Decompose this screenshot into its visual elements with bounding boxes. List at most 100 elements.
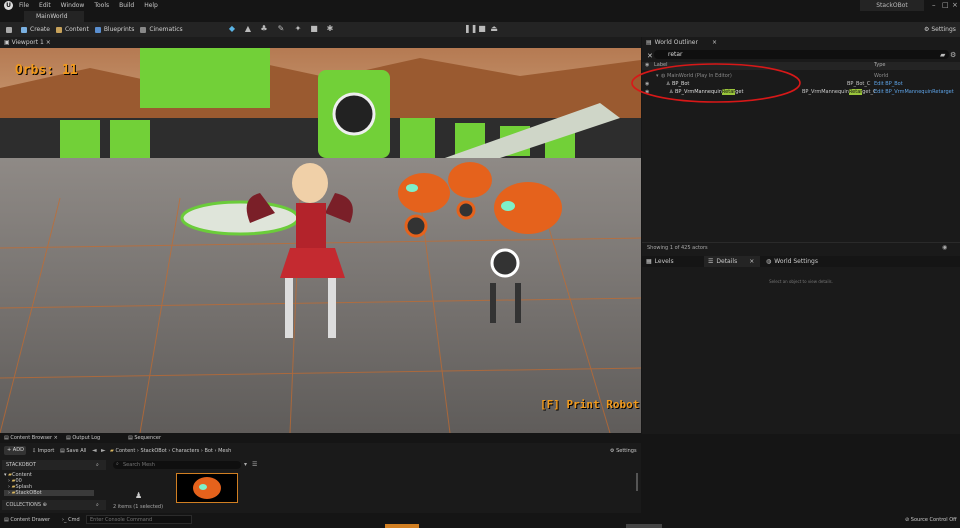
content-button[interactable]: Content <box>55 26 89 33</box>
eject-icon[interactable]: ⏏ <box>490 25 498 33</box>
viewport-header: ▣ Viewport 1 × <box>0 37 641 48</box>
breadcrumb-characters[interactable]: Characters <box>172 448 199 454</box>
maximize-icon[interactable]: □ <box>942 1 949 9</box>
tab-world-outliner[interactable]: ▤ World Outliner × <box>646 37 717 48</box>
save-icon[interactable] <box>6 26 15 33</box>
skeleton-asset-icon[interactable]: ♟ <box>135 491 142 500</box>
sort-icon[interactable]: ☰ <box>252 461 257 468</box>
menu-edit[interactable]: Edit <box>39 2 51 9</box>
content-label: Content <box>64 26 89 33</box>
status-bar: ▤ Content Drawer ›_ Cmd ⊘ Source Control… <box>0 513 960 528</box>
source-control-icon: ⊘ <box>905 517 910 523</box>
breadcrumb-content[interactable]: Content <box>115 448 135 454</box>
unreal-logo-icon[interactable]: U <box>4 1 13 10</box>
minimize-icon[interactable]: – <box>932 1 936 9</box>
menu-tools[interactable]: Tools <box>94 2 109 9</box>
breadcrumb: ▰ Content › StackOBot › Characters › Bot… <box>110 448 232 454</box>
search-icon[interactable]: ⌕ <box>96 460 99 470</box>
select-mode-icon[interactable]: ◆ <box>228 25 236 33</box>
output-log-tab-label: Output Log <box>72 435 101 441</box>
tab-content-browser[interactable]: ▤ Content Browser × <box>4 435 58 441</box>
fracture-icon[interactable]: ✦ <box>294 25 302 33</box>
outliner-search-input[interactable] <box>668 50 938 59</box>
col-type[interactable]: Type <box>874 62 885 68</box>
clear-search-icon[interactable]: ✕ <box>647 52 653 60</box>
close-window-icon[interactable]: × <box>952 1 958 9</box>
pause-icon[interactable]: ❚❚ <box>464 25 477 33</box>
breadcrumb-mesh[interactable]: Mesh <box>218 448 231 454</box>
viewport-tab[interactable]: ▣ Viewport 1 × <box>4 39 51 46</box>
foliage-icon[interactable]: ♣ <box>260 25 268 33</box>
tab-sequencer[interactable]: ▤ Sequencer <box>128 435 161 441</box>
add-button[interactable]: + ADD <box>4 446 26 455</box>
scrollbar[interactable] <box>636 473 638 491</box>
tree-item-stackobot[interactable]: › ▰StackOBot <box>4 490 94 496</box>
menu-bar: U File Edit Window Tools Build Help Stac… <box>0 0 960 11</box>
add-folder-icon[interactable]: ▰ <box>940 51 945 59</box>
turbine <box>332 92 376 136</box>
row-type: World <box>874 73 889 79</box>
animation-icon[interactable]: ✱ <box>326 25 334 33</box>
source-control-status[interactable]: ⊘ Source Control Off <box>905 517 957 523</box>
details-tab-label: Details <box>716 258 738 265</box>
tab-details[interactable]: ☰ Details × <box>704 256 760 267</box>
forward-icon[interactable]: ► <box>101 447 106 454</box>
edit-bp-bot-link[interactable]: Edit BP_Bot <box>874 81 903 87</box>
create-button[interactable]: Create <box>21 26 50 33</box>
save-all-label: Save All <box>66 448 87 454</box>
menu-window[interactable]: Window <box>61 2 85 9</box>
row-class: BP_Bot_C <box>847 81 871 87</box>
cmd-dropdown[interactable]: ›_ Cmd <box>62 517 80 523</box>
view-options-icon[interactable]: ◉ <box>942 244 947 251</box>
back-icon[interactable]: ◄ <box>92 447 97 454</box>
brush-icon[interactable]: ■ <box>310 25 318 33</box>
mesh-paint-icon[interactable]: ✎ <box>277 25 285 33</box>
print-robot-prompt: [F] Print Robot <box>540 398 640 411</box>
menu-build[interactable]: Build <box>119 2 134 9</box>
landscape-icon[interactable]: ▲ <box>244 25 252 33</box>
content-settings-label: Settings <box>616 448 637 454</box>
asset-search-input[interactable] <box>123 461 233 469</box>
menu-help[interactable]: Help <box>144 2 158 9</box>
sources-header[interactable]: STACKOBOT ⌕ <box>2 460 106 470</box>
menu-file[interactable]: File <box>19 2 29 9</box>
breadcrumb-stackobot[interactable]: StackOBot <box>141 448 167 454</box>
content-browser-panel: ▤ Content Browser × ▤ Output Log ▤ Seque… <box>0 433 641 513</box>
outliner-search-bar[interactable] <box>654 50 949 59</box>
import-button[interactable]: ⇩ Import <box>32 448 54 454</box>
source-control-label: Source Control Off <box>910 517 957 523</box>
search-icon[interactable]: ⌕ <box>96 500 99 510</box>
tab-levels[interactable]: ▦ Levels <box>646 256 674 267</box>
close-icon[interactable]: × <box>46 39 51 46</box>
tab-output-log[interactable]: ▤ Output Log <box>66 435 100 441</box>
import-label: Import <box>37 448 55 454</box>
tab-world-settings[interactable]: ◍ World Settings <box>766 256 818 267</box>
asset-search-bar[interactable]: ⌕ <box>113 461 241 469</box>
close-icon[interactable]: × <box>749 258 754 265</box>
cinematics-button[interactable]: Cinematics <box>140 26 183 33</box>
breadcrumb-bot[interactable]: Bot <box>204 448 212 454</box>
bottom-tab-row: ▤ Content Browser × ▤ Output Log ▤ Seque… <box>0 433 641 443</box>
asset-thumbnail-selected[interactable] <box>176 473 238 503</box>
content-settings-button[interactable]: ⚙ Settings <box>610 448 637 454</box>
outliner-icon: ▤ <box>646 39 652 46</box>
tab-mainworld[interactable]: MainWorld <box>24 11 84 22</box>
orbs-counter: Orbs: 11 <box>15 63 78 78</box>
save-all-button[interactable]: ▤ Save All <box>60 448 86 454</box>
blueprints-button[interactable]: Blueprints <box>94 26 134 33</box>
edit-vrm-retarget-link[interactable]: Edit BP_VrmMannequinRetarget <box>874 89 954 95</box>
viewport[interactable]: Orbs: 11 [F] Print Robot <box>0 48 641 433</box>
details-icon: ☰ <box>708 258 714 265</box>
content-icon <box>55 26 62 33</box>
stop-icon[interactable]: ■ <box>478 25 486 33</box>
console-input[interactable] <box>86 515 192 524</box>
filter-icon[interactable]: ▾ <box>244 461 247 468</box>
collections-header[interactable]: COLLECTIONS ⊕ ⌕ <box>2 500 106 510</box>
item-count: 2 items (1 selected) <box>113 504 164 510</box>
add-collection-icon[interactable]: ⊕ <box>43 502 47 508</box>
content-drawer-button[interactable]: ▤ Content Drawer <box>4 517 50 523</box>
toolbar-settings-button[interactable]: ⚙ Settings <box>924 26 956 33</box>
settings-icon[interactable]: ⚙ <box>950 51 956 59</box>
content-browser-tab-label: Content Browser <box>10 435 53 441</box>
close-icon[interactable]: × <box>712 39 717 46</box>
